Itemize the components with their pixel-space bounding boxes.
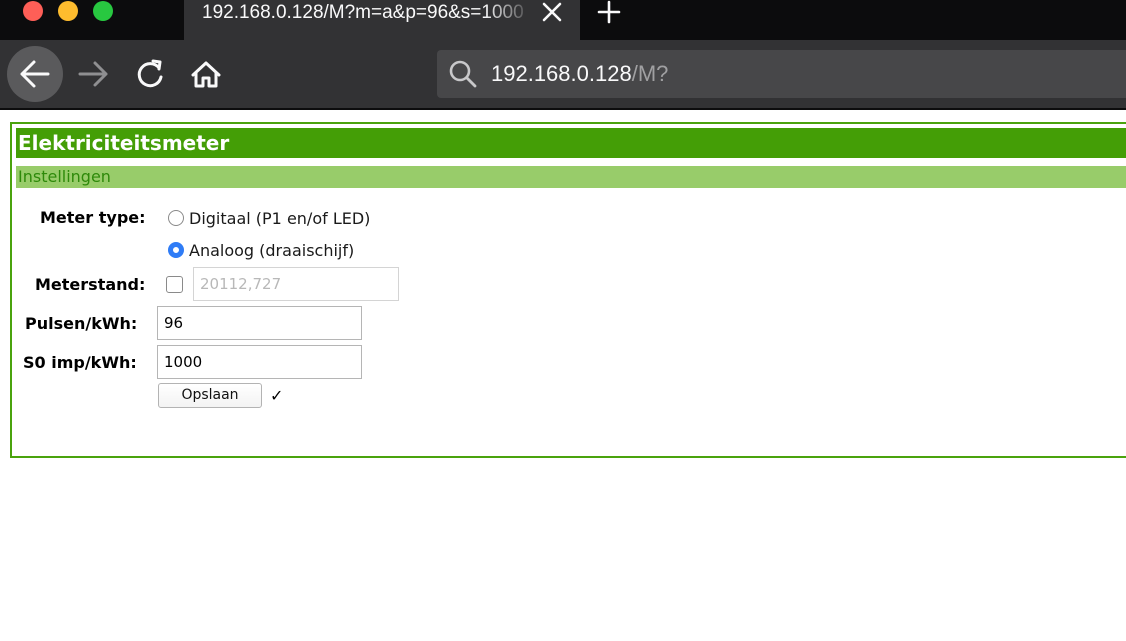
meterstand-label: Meterstand: bbox=[35, 275, 146, 294]
settings-panel: Elektriciteitsmeter Instellingen Meter t… bbox=[10, 122, 1126, 458]
home-button[interactable] bbox=[178, 46, 234, 102]
radio-analoog-label[interactable]: Analoog (draaischijf) bbox=[189, 241, 354, 260]
meterstand-checkbox[interactable] bbox=[166, 276, 183, 293]
pulsen-label: Pulsen/kWh: bbox=[25, 314, 138, 333]
reload-button[interactable] bbox=[122, 46, 178, 102]
page-title: Elektriciteitsmeter bbox=[16, 128, 1126, 158]
url-path: /M? bbox=[631, 61, 669, 86]
tab-title: 192.168.0.128/M?m=a&p=96&s=1000 bbox=[202, 2, 524, 23]
tab-bar: 192.168.0.128/M?m=a&p=96&s=1000 bbox=[0, 0, 1126, 40]
meterstand-input[interactable] bbox=[193, 267, 399, 301]
back-button[interactable] bbox=[7, 46, 63, 102]
plus-icon[interactable] bbox=[594, 0, 624, 26]
tab-title-fade bbox=[484, 0, 534, 28]
url-host: 192.168.0.128 bbox=[491, 61, 632, 86]
close-window-button[interactable] bbox=[23, 1, 43, 21]
reload-icon bbox=[137, 59, 163, 88]
radio-digitaal-label[interactable]: Digitaal (P1 en/of LED) bbox=[189, 209, 370, 228]
radio-analoog[interactable] bbox=[168, 242, 184, 258]
pulsen-input[interactable] bbox=[157, 306, 362, 340]
save-button[interactable]: Opslaan bbox=[158, 383, 262, 408]
saved-checkmark: ✓ bbox=[270, 386, 284, 405]
navigation-toolbar: 192.168.0.128/M? bbox=[0, 40, 1126, 108]
home-icon bbox=[191, 61, 221, 88]
search-icon bbox=[447, 58, 479, 90]
browser-tab[interactable]: 192.168.0.128/M?m=a&p=96&s=1000 bbox=[184, 0, 580, 40]
address-bar[interactable]: 192.168.0.128/M? bbox=[437, 50, 1126, 98]
toolbar-divider bbox=[0, 108, 1126, 110]
arrow-right-icon bbox=[78, 61, 108, 87]
zoom-window-button[interactable] bbox=[93, 1, 113, 21]
s0-label: S0 imp/kWh: bbox=[23, 353, 137, 372]
radio-digitaal[interactable] bbox=[168, 210, 184, 226]
s0-input[interactable] bbox=[157, 345, 362, 379]
section-title: Instellingen bbox=[16, 166, 1126, 188]
arrow-left-icon bbox=[20, 60, 50, 88]
minimize-window-button[interactable] bbox=[58, 1, 78, 21]
forward-button[interactable] bbox=[66, 46, 122, 102]
close-icon[interactable] bbox=[538, 0, 566, 26]
url-text[interactable]: 192.168.0.128/M? bbox=[491, 50, 668, 98]
meter-type-label: Meter type: bbox=[40, 208, 146, 227]
